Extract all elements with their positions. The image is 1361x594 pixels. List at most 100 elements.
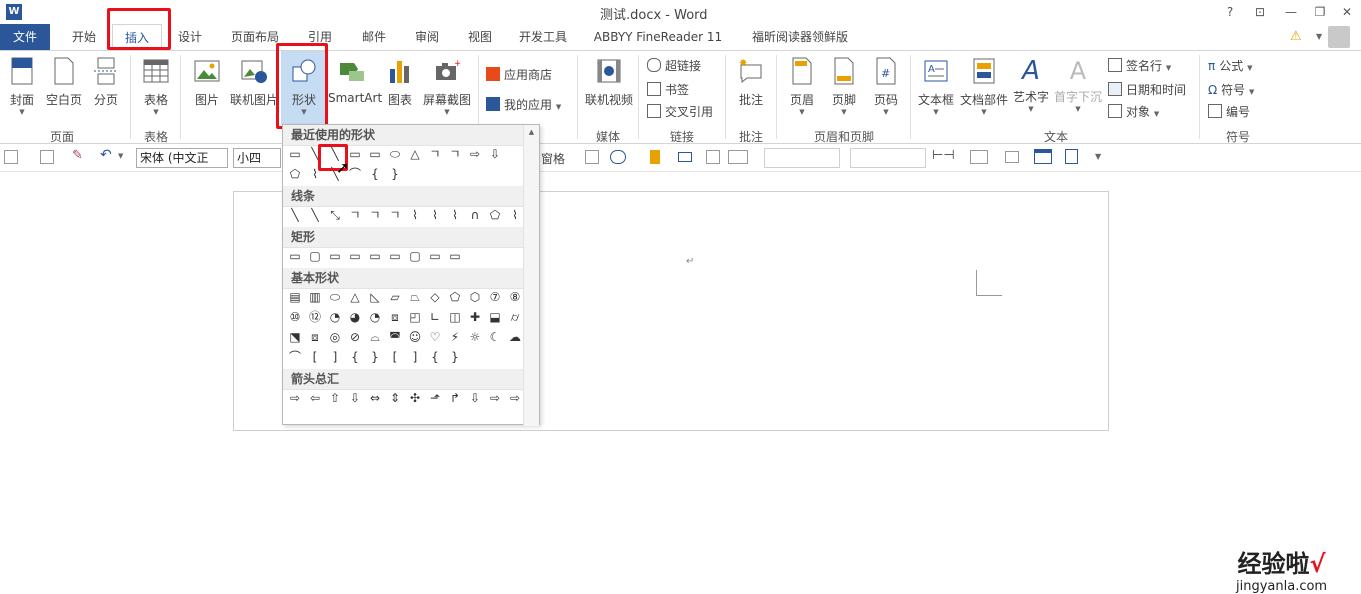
shape-item[interactable]: ⌇ xyxy=(506,207,524,224)
tab-file[interactable]: 文件 xyxy=(0,24,50,50)
shape-item[interactable]: } xyxy=(366,349,384,366)
shape-item[interactable]: ▭ xyxy=(286,248,304,265)
shape-item[interactable]: ⬔ xyxy=(286,329,304,346)
shape-item[interactable]: ⧈ xyxy=(386,309,404,326)
numbering-button[interactable]: 编号 xyxy=(1208,103,1250,120)
dropcap-button[interactable]: A 首字下沉 ▼ xyxy=(1053,57,1103,113)
help-button[interactable]: ? xyxy=(1221,3,1239,21)
customize-qat-icon[interactable]: ▼ xyxy=(1095,152,1101,161)
shape-item[interactable]: ⌇ xyxy=(426,207,444,224)
blank-page-button[interactable]: 空白页 xyxy=(44,57,84,108)
layout-icon[interactable] xyxy=(678,152,692,162)
style-icon[interactable] xyxy=(4,150,18,164)
shape-item[interactable]: △ xyxy=(346,289,364,306)
window-icon[interactable] xyxy=(1034,149,1052,164)
shape-item[interactable]: ◇ xyxy=(426,289,444,306)
shape-item[interactable]: ◎ xyxy=(326,329,344,346)
check-doc-icon[interactable] xyxy=(1065,149,1078,164)
shape-item[interactable]: ⇩ xyxy=(346,390,364,407)
shape-item[interactable]: ⚡ xyxy=(446,329,464,346)
cover-button[interactable]: 封面 ▼ xyxy=(6,57,38,116)
avatar[interactable] xyxy=(1328,26,1350,48)
shape-item[interactable]: ▭ xyxy=(446,248,464,265)
chevron-down-icon[interactable]: ▼ xyxy=(118,152,123,160)
tab-view[interactable]: 视图 xyxy=(456,24,504,50)
tab-developer[interactable]: 开发工具 xyxy=(510,24,576,50)
shape-item[interactable]: ▭ xyxy=(386,248,404,265)
shape-item[interactable]: ▢ xyxy=(306,248,324,265)
symbol-button[interactable]: Ω 符号 ▼ xyxy=(1208,81,1254,98)
shape-item[interactable]: ⧈ xyxy=(306,329,324,346)
shape-item[interactable]: ⬭ xyxy=(326,289,344,306)
shape-item[interactable]: ⑩ xyxy=(286,309,304,326)
page-break-button[interactable]: 分页 xyxy=(88,57,124,108)
shape-item[interactable]: ⇨ xyxy=(286,390,304,407)
shape-item[interactable]: { xyxy=(366,166,384,183)
comment-button[interactable]: ✸ 批注 xyxy=(733,57,769,108)
textbox-button[interactable]: A 文本框 ▼ xyxy=(916,57,956,116)
shape-item[interactable]: ⬡ xyxy=(466,289,484,306)
hyperlink-button[interactable]: 超链接 xyxy=(647,57,701,74)
undo-icon[interactable]: ↶ xyxy=(100,147,112,163)
app-store-button[interactable]: 应用商店 xyxy=(486,66,552,83)
shape-item[interactable]: ⌇ xyxy=(446,207,464,224)
shape-item[interactable]: ⬠ xyxy=(446,289,464,306)
wordart-button[interactable]: A 艺术字 ▼ xyxy=(1011,57,1051,113)
shape-item[interactable]: ㄱ xyxy=(386,207,404,224)
border-icon[interactable] xyxy=(1005,151,1019,163)
page-number-button[interactable]: # 页码 ▼ xyxy=(868,57,904,116)
shape-item[interactable]: ∟ xyxy=(426,309,444,326)
word-logo-icon[interactable]: W xyxy=(6,4,22,20)
table-button[interactable]: 表格 ▼ xyxy=(139,57,173,116)
object-button[interactable]: 对象 ▼ xyxy=(1108,103,1159,120)
shape-item[interactable]: ⇩ xyxy=(466,390,484,407)
shape-item[interactable]: ▭ xyxy=(426,248,444,265)
shape-item[interactable]: ⬓ xyxy=(486,309,504,326)
wrap-icon[interactable] xyxy=(970,150,988,164)
shape-item[interactable]: ◰ xyxy=(406,309,424,326)
shape-item[interactable]: ⬠ xyxy=(286,166,304,183)
tab-foxit[interactable]: 福昕阅读器领鲜版 xyxy=(744,24,856,50)
shape-item[interactable]: ☺ xyxy=(406,329,424,346)
shape-item[interactable]: ◺ xyxy=(366,289,384,306)
print-layout-icon[interactable] xyxy=(706,150,720,164)
close-button[interactable]: ✕ xyxy=(1338,3,1356,21)
shape-item[interactable]: ▤ xyxy=(286,289,304,306)
page-color-icon[interactable] xyxy=(650,150,660,164)
online-video-button[interactable]: 联机视频 xyxy=(583,57,635,108)
shape-item[interactable]: ▱ xyxy=(386,289,404,306)
font-size-select[interactable]: 小四 xyxy=(233,148,281,168)
smartart-button[interactable]: SmartArt xyxy=(328,57,382,105)
height-spinner[interactable] xyxy=(850,148,926,168)
shape-item[interactable]: ⌭ xyxy=(506,309,524,326)
shape-item[interactable]: ] xyxy=(406,349,424,366)
shape-item[interactable]: ╲ xyxy=(306,207,324,224)
shape-item[interactable]: { xyxy=(346,349,364,366)
ribbon-display-button[interactable]: ⊡ xyxy=(1251,3,1269,21)
datetime-button[interactable]: 日期和时间 xyxy=(1108,81,1186,98)
shape-item[interactable]: ⏢ xyxy=(406,289,424,306)
chevron-down-icon[interactable]: ▼ xyxy=(1316,32,1322,41)
gallery-scrollbar[interactable]: ▲ xyxy=(523,125,539,426)
table-tool-icon[interactable] xyxy=(585,150,599,164)
bookmark-button[interactable]: 书签 xyxy=(647,81,689,98)
shape-item[interactable]: ⑧ xyxy=(506,289,524,306)
shape-item[interactable]: ⌇ xyxy=(406,207,424,224)
shape-item[interactable]: ✣ xyxy=(406,390,424,407)
header-button[interactable]: 页眉 ▼ xyxy=(784,57,820,116)
tab-review[interactable]: 审阅 xyxy=(403,24,451,50)
shape-item[interactable]: ⌒ xyxy=(286,349,304,366)
tab-design[interactable]: 设计 xyxy=(166,24,214,50)
shape-item[interactable]: ⬠ xyxy=(486,207,504,224)
footer-button[interactable]: 页脚 ▼ xyxy=(826,57,862,116)
shape-item[interactable]: ╲ xyxy=(286,207,304,224)
shape-item[interactable]: ▭ xyxy=(346,248,364,265)
shape-item[interactable]: ◔ xyxy=(326,309,344,326)
shape-item[interactable]: ⑦ xyxy=(486,289,504,306)
shape-item[interactable]: ⬭ xyxy=(386,146,404,163)
shape-item[interactable]: ⇨ xyxy=(466,146,484,163)
shape-item[interactable]: ◕ xyxy=(346,309,364,326)
shape-item[interactable]: } xyxy=(446,349,464,366)
shape-item[interactable]: ∩ xyxy=(466,207,484,224)
shape-item[interactable]: ▭ xyxy=(326,248,344,265)
